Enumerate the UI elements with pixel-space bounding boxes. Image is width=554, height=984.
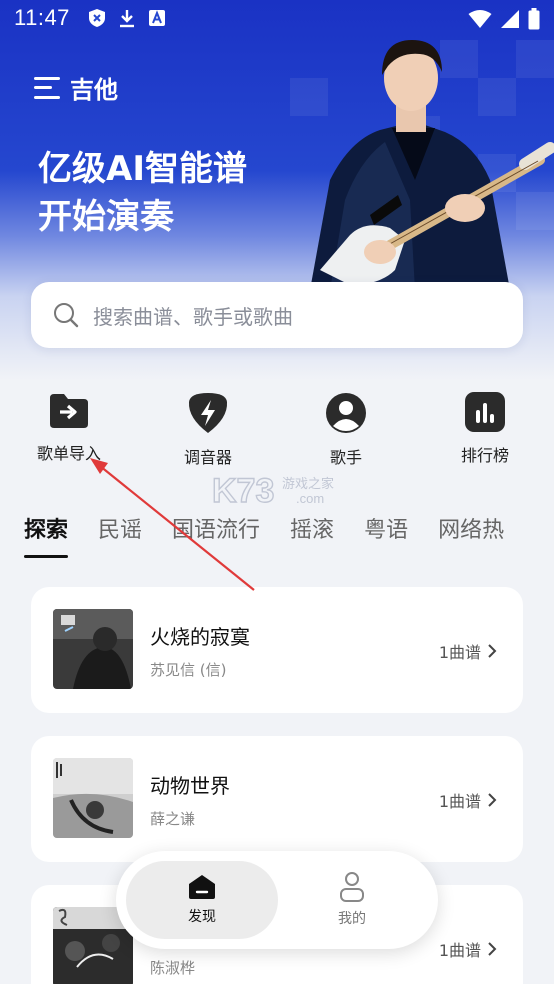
quick-action-singer[interactable]: 歌手 xyxy=(291,392,401,468)
quick-actions: 歌单导入 调音器 歌手 排行榜 xyxy=(0,392,554,472)
tab-mandarin-pop[interactable]: 国语流行 xyxy=(172,512,260,544)
guitarist-image xyxy=(310,40,554,290)
quick-action-label: 歌手 xyxy=(329,448,362,467)
font-icon xyxy=(148,10,165,26)
discover-icon xyxy=(189,875,215,899)
search-placeholder: 搜索曲谱、歌手或歌曲 xyxy=(93,304,293,329)
quick-action-tuner[interactable]: 调音器 xyxy=(153,392,263,468)
wifi-icon xyxy=(468,10,492,28)
hero-line-1: 亿级AI智能谱 xyxy=(38,149,247,189)
song-card[interactable]: 动物世界 薛之谦 1曲谱 xyxy=(31,736,523,862)
menu-icon[interactable] xyxy=(34,76,60,99)
folder-import-icon xyxy=(50,394,88,428)
tab-count-label: 1曲谱 xyxy=(438,643,481,662)
nav-label: 发现 xyxy=(188,909,216,925)
watermark-logo: K73 xyxy=(212,472,274,510)
category-tabs: 探索 民谣 国语流行 摇滚 粤语 网络热 xyxy=(24,512,554,558)
shield-icon xyxy=(88,9,105,27)
tab-internet-hits[interactable]: 网络热 xyxy=(438,512,504,544)
song-title: 火烧的寂寞 xyxy=(150,625,250,649)
tab-count: 1曲谱 xyxy=(439,937,497,961)
album-cover xyxy=(53,758,133,838)
status-bar: 11:47 xyxy=(0,0,554,36)
song-card[interactable]: 火烧的寂寞 苏见信 (信) 1曲谱 xyxy=(31,587,523,713)
download-icon xyxy=(119,10,134,28)
tab-folk[interactable]: 民谣 xyxy=(98,512,142,544)
watermark-domain: .com xyxy=(296,491,324,506)
tab-count: 1曲谱 xyxy=(439,639,497,663)
profile-icon xyxy=(340,872,364,902)
search-input[interactable]: 搜索曲谱、歌手或歌曲 xyxy=(31,282,523,348)
chevron-right-icon xyxy=(488,793,497,807)
nav-label: 我的 xyxy=(338,911,366,927)
song-title: 动物世界 xyxy=(150,774,230,798)
tab-cantonese[interactable]: 粤语 xyxy=(364,512,408,544)
bottom-nav: 发现 我的 xyxy=(116,851,438,949)
chevron-right-icon xyxy=(488,942,497,956)
chevron-right-icon xyxy=(488,644,497,658)
watermark-subtitle: 游戏之家 xyxy=(282,476,334,492)
quick-action-ranking[interactable]: 排行榜 xyxy=(430,392,540,466)
chart-icon xyxy=(465,392,505,432)
nav-profile[interactable]: 我的 xyxy=(276,861,428,939)
album-cover xyxy=(53,609,133,689)
battery-icon xyxy=(528,8,540,30)
tab-count-label: 1曲谱 xyxy=(438,941,481,960)
tab-count: 1曲谱 xyxy=(439,788,497,812)
search-icon xyxy=(54,303,79,328)
tab-rock[interactable]: 摇滚 xyxy=(290,512,334,544)
app-bar: 吉他 xyxy=(34,70,118,105)
signal-icon xyxy=(501,10,519,28)
nav-discover[interactable]: 发现 xyxy=(126,861,278,939)
hero-headline: 亿级AI智能谱 开始演奏 xyxy=(38,145,247,241)
song-artist: 陈淑桦 xyxy=(150,959,196,977)
quick-action-label: 排行榜 xyxy=(460,446,509,465)
app-title: 吉他 xyxy=(70,76,118,104)
singer-icon xyxy=(326,393,366,433)
quick-action-label: 调音器 xyxy=(183,448,232,467)
song-artist: 薛之谦 xyxy=(150,810,196,828)
tab-count-label: 1曲谱 xyxy=(438,792,481,811)
tuner-bolt-icon xyxy=(188,393,228,433)
quick-action-label: 歌单导入 xyxy=(36,444,101,463)
song-artist: 苏见信 (信) xyxy=(150,661,227,679)
k73-watermark: K73 游戏之家 .com xyxy=(212,471,334,510)
hero-line-2: 开始演奏 xyxy=(38,197,174,237)
quick-action-playlist-import[interactable]: 歌单导入 xyxy=(14,392,124,464)
status-time: 11:47 xyxy=(14,5,70,30)
tab-explore[interactable]: 探索 xyxy=(24,512,69,558)
